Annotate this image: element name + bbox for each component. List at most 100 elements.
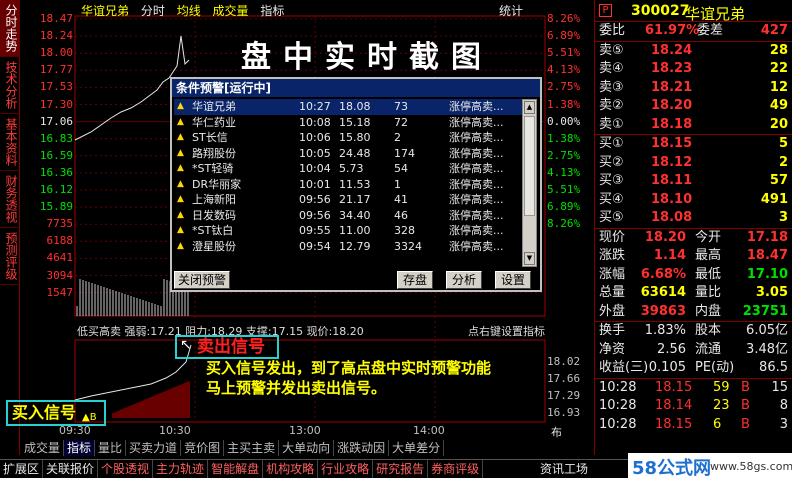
price-tick: 1547 bbox=[46, 285, 74, 299]
order-row: 买④ 18.10 491 bbox=[595, 191, 792, 210]
stat-label: 今开 bbox=[695, 229, 722, 245]
price-tick: 3094 bbox=[46, 268, 74, 282]
description-line: 买入信号发出，到了高点盘中实时预警功能 bbox=[206, 359, 492, 377]
order-volume: 57 bbox=[769, 173, 788, 188]
vertical-tab[interactable]: 预测评级 bbox=[0, 228, 20, 285]
title-banner: 盘中实时截图 bbox=[241, 40, 493, 75]
vertical-tab[interactable]: 技术分析 bbox=[0, 57, 20, 114]
left-vertical-tabs: 分时走势 技术分析 基本资料 财务透视 预测评级 bbox=[0, 0, 20, 455]
price-tick: 6188 bbox=[46, 234, 74, 248]
alert-price: 24.48 bbox=[339, 146, 371, 160]
alert-time: 10:01 bbox=[299, 177, 331, 191]
order-row: 买③ 18.11 57 bbox=[595, 172, 792, 191]
percent-tick: 6.89% bbox=[547, 29, 581, 43]
stat-label: 最低 bbox=[695, 266, 722, 282]
extension-tab[interactable]: 机构攻略 bbox=[263, 460, 319, 478]
stat-label: 收益(三) bbox=[599, 360, 649, 375]
alert-row[interactable]: ▲ 澄星股份 09:54 12.79 3324 涨停高卖... bbox=[174, 239, 526, 255]
alert-row[interactable]: ▲ DR华丽家 10:01 11.53 1 涨停高卖... bbox=[174, 177, 526, 193]
scroll-down-icon[interactable]: ▼ bbox=[524, 252, 535, 265]
alert-price: 11.00 bbox=[339, 224, 371, 237]
alert-row[interactable]: ▲ *ST轻骑 10:04 5.73 54 涨停高卖... bbox=[174, 161, 526, 177]
order-volume: 491 bbox=[760, 191, 788, 207]
order-volume: 28 bbox=[769, 42, 788, 58]
info-workshop-tab[interactable]: 资讯工场 bbox=[540, 460, 588, 478]
indicator-tab[interactable]: 大单动向 bbox=[279, 440, 335, 456]
indicator-tab[interactable]: 成交量 bbox=[21, 440, 65, 456]
close-alert-button[interactable]: 关闭预警 bbox=[174, 271, 230, 289]
indicator-tab[interactable]: 主买主卖 bbox=[224, 440, 280, 456]
price-tick: 16.12 bbox=[39, 183, 73, 196]
alert-stock-name: 上海新阳 bbox=[192, 193, 236, 206]
stat-value: 17.18 bbox=[746, 229, 788, 245]
tick-price: 18.15 bbox=[655, 379, 693, 395]
stat-button[interactable]: 统计 bbox=[499, 2, 523, 19]
tick-price: 18.15 bbox=[655, 416, 693, 432]
stat-value: 3.05 bbox=[755, 285, 788, 300]
price-tick: 16.36 bbox=[39, 165, 73, 179]
analyze-button[interactable]: 分析 bbox=[446, 271, 482, 289]
save-button[interactable]: 存盘 bbox=[397, 271, 433, 289]
indicator-tab[interactable]: 涨跌动因 bbox=[334, 440, 390, 456]
alert-time: 09:56 bbox=[299, 208, 331, 222]
chart-tab-junxian[interactable]: 均线 bbox=[177, 4, 201, 18]
chart-tab-fenshi[interactable]: 分时 bbox=[141, 4, 165, 18]
alert-row[interactable]: ▲ 上海新阳 09:56 21.17 41 涨停高卖... bbox=[174, 192, 526, 208]
alert-price: 34.40 bbox=[339, 208, 371, 222]
alert-row[interactable]: ▲ *ST钛白 09:55 11.00 328 涨停高卖... bbox=[174, 223, 526, 239]
price-tick: 17.53 bbox=[39, 80, 73, 94]
scroll-up-icon[interactable]: ▲ bbox=[524, 101, 535, 114]
alert-list-scrollbar[interactable]: ▲ ▼ bbox=[522, 99, 537, 267]
extension-tab[interactable]: 关联报价 bbox=[43, 460, 99, 478]
extension-tab[interactable]: 个股透视 bbox=[98, 460, 154, 478]
alert-time: 10:27 bbox=[299, 100, 331, 113]
indicator-tab[interactable]: 量比 bbox=[95, 440, 127, 456]
vertical-tab[interactable]: 财务透视 bbox=[0, 171, 20, 228]
extension-tab[interactable]: 券商评级 bbox=[428, 460, 484, 478]
scroll-thumb[interactable] bbox=[524, 116, 535, 216]
indicator-settings-hint[interactable]: 点右键设置指标 bbox=[468, 323, 545, 339]
price-tick: 18.47 bbox=[39, 12, 73, 25]
order-price: 18.18 bbox=[651, 116, 693, 132]
alert-condition: 涨停高卖... bbox=[449, 115, 504, 129]
order-price: 18.15 bbox=[651, 136, 693, 151]
alert-row[interactable]: ▲ 路翔股份 10:05 24.48 174 涨停高卖... bbox=[174, 146, 526, 162]
vertical-tab[interactable]: 基本资料 bbox=[0, 114, 20, 171]
stat-value: 39863 bbox=[640, 303, 686, 319]
alert-icon: ▲ bbox=[177, 209, 184, 220]
time-axis: 09:30 10:30 13:00 14:00 布局 bbox=[21, 424, 562, 455]
order-label: 买⑤ bbox=[599, 210, 624, 225]
indicator-tab[interactable]: 竞价图 bbox=[181, 440, 225, 456]
alert-icon: ▲ bbox=[177, 132, 184, 142]
alert-row[interactable]: ▲ 华谊兄弟 10:27 18.08 73 涨停高卖... bbox=[174, 99, 526, 115]
stock-name: 华谊兄弟 bbox=[685, 5, 746, 23]
chart-tab-indicator[interactable]: 指标 bbox=[260, 4, 284, 18]
extension-tab[interactable]: 主力轨迹 bbox=[153, 460, 209, 478]
extension-tab[interactable]: 研究报告 bbox=[373, 460, 429, 478]
order-label: 买② bbox=[599, 154, 624, 170]
order-volume: 12 bbox=[769, 79, 788, 95]
indicator-tab[interactable]: 大单差分 bbox=[389, 440, 445, 456]
dialog-title[interactable]: 条件预警[运行中] bbox=[172, 79, 540, 97]
alert-row[interactable]: ▲ 日发数码 09:56 34.40 46 涨停高卖... bbox=[174, 208, 526, 224]
order-price: 18.11 bbox=[651, 173, 693, 188]
quote-panel: P 300027 华谊兄弟 委比 61.97% 委差 427 卖⑤ 18.24 28… bbox=[594, 0, 792, 455]
stat-value: 1.14 bbox=[653, 248, 686, 263]
time-tick: 10:30 bbox=[159, 424, 191, 437]
ask-list: 卖⑤ 18.24 28 卖④ 18.23 22 卖③ 18.21 12 卖② 18.20 49 卖① 18… bbox=[595, 40, 792, 135]
chart-tab-volume[interactable]: 成交量 bbox=[213, 4, 249, 18]
alert-price: 18.08 bbox=[339, 100, 371, 113]
order-volume: 22 bbox=[769, 61, 788, 76]
indicator-tab[interactable]: 指标 bbox=[64, 440, 96, 456]
extension-tab[interactable]: 智能解盘 bbox=[208, 460, 264, 478]
settings-button[interactable]: 设置 bbox=[495, 271, 531, 289]
percent-tick: 1.38% bbox=[547, 131, 581, 145]
vertical-tab[interactable]: 分时走势 bbox=[0, 0, 20, 57]
extension-tab[interactable]: 行业攻略 bbox=[318, 460, 374, 478]
alert-condition: 涨停高卖... bbox=[449, 193, 504, 206]
alert-row[interactable]: ▲ ST长信 10:06 15.80 2 涨停高卖... bbox=[174, 130, 526, 146]
indicator-tab[interactable]: 买卖力道 bbox=[126, 440, 182, 456]
weicha-label: 委差 bbox=[697, 23, 724, 38]
extension-tab[interactable]: 扩展区 bbox=[0, 460, 44, 478]
alert-row[interactable]: ▲ 华仁药业 10:08 15.18 72 涨停高卖... bbox=[174, 115, 526, 131]
